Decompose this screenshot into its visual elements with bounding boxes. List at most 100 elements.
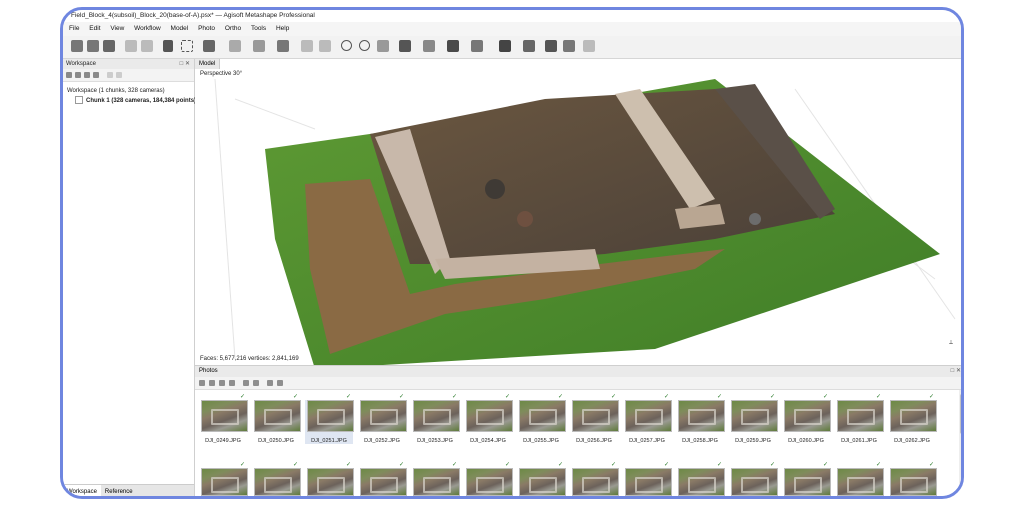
- rectangle-select-icon[interactable]: [181, 40, 193, 52]
- enable-icon[interactable]: [107, 72, 113, 78]
- chunk-item[interactable]: Chunk 1 (328 cameras, 184,384 points) [R…: [67, 96, 206, 106]
- chunk-checkbox[interactable]: [75, 96, 83, 105]
- photo-thumb[interactable]: ✓ DJI_0252.JPG: [358, 394, 407, 444]
- photos-rotate-icon[interactable]: [243, 380, 249, 386]
- photos-remove-icon[interactable]: [209, 380, 215, 386]
- photo-thumb[interactable]: ✓ DJI_0262.JPG: [888, 394, 937, 444]
- photo-thumb[interactable]: ✓: [570, 462, 619, 496]
- new-icon[interactable]: [71, 40, 83, 52]
- photo-thumb[interactable]: ✓ DJI_0261.JPG: [835, 394, 884, 444]
- workspace-toolbar: [63, 69, 194, 82]
- photo-thumb-selected[interactable]: ✓ DJI_0251.JPG: [305, 394, 354, 444]
- 3d-model-render: [195, 69, 961, 365]
- photo-thumb[interactable]: ✓ DJI_0256.JPG: [570, 394, 619, 444]
- photo-thumb[interactable]: ✓ DJI_0250.JPG: [252, 394, 301, 444]
- menu-workflow[interactable]: Workflow: [134, 22, 161, 36]
- delete-icon[interactable]: [301, 40, 313, 52]
- menu-edit[interactable]: Edit: [89, 22, 100, 36]
- menu-help[interactable]: Help: [276, 22, 289, 36]
- disable-icon[interactable]: [116, 72, 122, 78]
- scrollbar-handle[interactable]: [960, 394, 961, 434]
- photo-thumb[interactable]: ✓ DJI_0255.JPG: [517, 394, 566, 444]
- save-icon[interactable]: [103, 40, 115, 52]
- dense-icon[interactable]: [423, 40, 435, 52]
- photos-scrollbar[interactable]: [959, 390, 961, 496]
- points-icon[interactable]: [399, 40, 411, 52]
- photo-thumb[interactable]: ✓: [464, 462, 513, 496]
- sidebar-tabs: Workspace Reference: [63, 484, 194, 496]
- remove-icon[interactable]: [93, 72, 99, 78]
- tab-model[interactable]: Model: [195, 59, 221, 69]
- axis-gizmo-icon: ⟂: [948, 340, 953, 346]
- photo-thumb[interactable]: ✓: [517, 462, 566, 496]
- photo-thumb[interactable]: ✓: [835, 462, 884, 496]
- photos-mask-icon[interactable]: [253, 380, 259, 386]
- camera-icon[interactable]: [499, 40, 511, 52]
- panel-close-icon[interactable]: □ ✕: [180, 59, 190, 69]
- photos-title: Photos: [199, 368, 218, 374]
- photo-thumb[interactable]: ✓ DJI_0253.JPG: [411, 394, 460, 444]
- photos-close-icon[interactable]: □ ✕: [951, 366, 961, 377]
- photo-thumb[interactable]: ✓ DJI_0260.JPG: [782, 394, 831, 444]
- menu-file[interactable]: File: [69, 22, 79, 36]
- zoom-in-icon[interactable]: [341, 40, 352, 51]
- workspace-root[interactable]: Workspace (1 chunks, 328 cameras): [67, 86, 194, 96]
- photo-thumb[interactable]: ✓: [199, 462, 248, 496]
- markers-icon[interactable]: [523, 40, 535, 52]
- photos-filter-icon[interactable]: [229, 380, 235, 386]
- ortho-icon[interactable]: [545, 40, 557, 52]
- photos-reset-icon[interactable]: [219, 380, 225, 386]
- photos-view-icon[interactable]: [267, 380, 273, 386]
- photo-thumb[interactable]: ✓: [729, 462, 778, 496]
- settings-icon[interactable]: [583, 40, 595, 52]
- menu-tools[interactable]: Tools: [251, 22, 266, 36]
- photo-thumb[interactable]: ✓ DJI_0254.JPG: [464, 394, 513, 444]
- photo-thumb[interactable]: ✓ DJI_0249.JPG: [199, 394, 248, 444]
- undo-icon[interactable]: [125, 40, 137, 52]
- menu-photo[interactable]: Photo: [198, 22, 215, 36]
- workspace-panel-header: Workspace □ ✕: [63, 59, 194, 69]
- workspace-panel: Workspace □ ✕ Workspace (1 chunks, 328 c…: [63, 59, 206, 496]
- photo-thumb[interactable]: ✓: [676, 462, 725, 496]
- resize-icon[interactable]: [253, 40, 265, 52]
- redo-icon[interactable]: [141, 40, 153, 52]
- tab-reference[interactable]: Reference: [101, 485, 137, 496]
- photos-add-icon[interactable]: [199, 380, 205, 386]
- photo-thumb[interactable]: ✓: [411, 462, 460, 496]
- photos-header: Photos □ ✕: [195, 366, 961, 377]
- navigate-icon[interactable]: [163, 40, 173, 52]
- photo-thumb[interactable]: ✓: [888, 462, 937, 496]
- open-icon[interactable]: [87, 40, 99, 52]
- texture-icon[interactable]: [471, 40, 483, 52]
- menu-model[interactable]: Model: [171, 22, 189, 36]
- photo-thumb[interactable]: ✓: [358, 462, 407, 496]
- photos-details-icon[interactable]: [277, 380, 283, 386]
- photo-thumb[interactable]: ✓: [623, 462, 672, 496]
- add-photos-icon[interactable]: [75, 72, 81, 78]
- menu-ortho[interactable]: Ortho: [225, 22, 241, 36]
- photo-thumb[interactable]: ✓ DJI_0257.JPG: [623, 394, 672, 444]
- zoom-out-icon[interactable]: [359, 40, 370, 51]
- photo-thumb[interactable]: ✓ DJI_0259.JPG: [729, 394, 778, 444]
- photo-thumb[interactable]: ✓: [782, 462, 831, 496]
- select-icon[interactable]: [203, 40, 215, 52]
- move-icon[interactable]: [229, 40, 241, 52]
- screenshot-frame: Field_Block_4(subsoil)_Block_20(base-of-…: [60, 7, 964, 499]
- ruler-icon[interactable]: [277, 40, 289, 52]
- photo-thumb[interactable]: ✓ DJI_0258.JPG: [676, 394, 725, 444]
- add-chunk-icon[interactable]: [66, 72, 72, 78]
- chunk-label: Chunk 1 (328 cameras, 184,384 points) [R…: [86, 98, 207, 104]
- model-viewport[interactable]: Perspective 30° Faces: 5,677,216 vertice…: [195, 69, 961, 365]
- add-folder-icon[interactable]: [84, 72, 90, 78]
- main-toolbar: [63, 36, 961, 59]
- tab-workspace[interactable]: Workspace: [63, 485, 101, 496]
- photo-thumb[interactable]: ✓: [305, 462, 354, 496]
- viewport-stats: Faces: 5,677,216 vertices: 2,841,169: [200, 356, 299, 362]
- crop-icon[interactable]: [319, 40, 331, 52]
- menu-view[interactable]: View: [110, 22, 124, 36]
- photo-thumb[interactable]: ✓: [252, 462, 301, 496]
- mesh-icon[interactable]: [447, 40, 459, 52]
- model-panel: Model Perspective 30° Faces: 5,677,216 v…: [195, 59, 961, 365]
- shapes-icon[interactable]: [563, 40, 575, 52]
- move-view-icon[interactable]: [377, 40, 389, 52]
